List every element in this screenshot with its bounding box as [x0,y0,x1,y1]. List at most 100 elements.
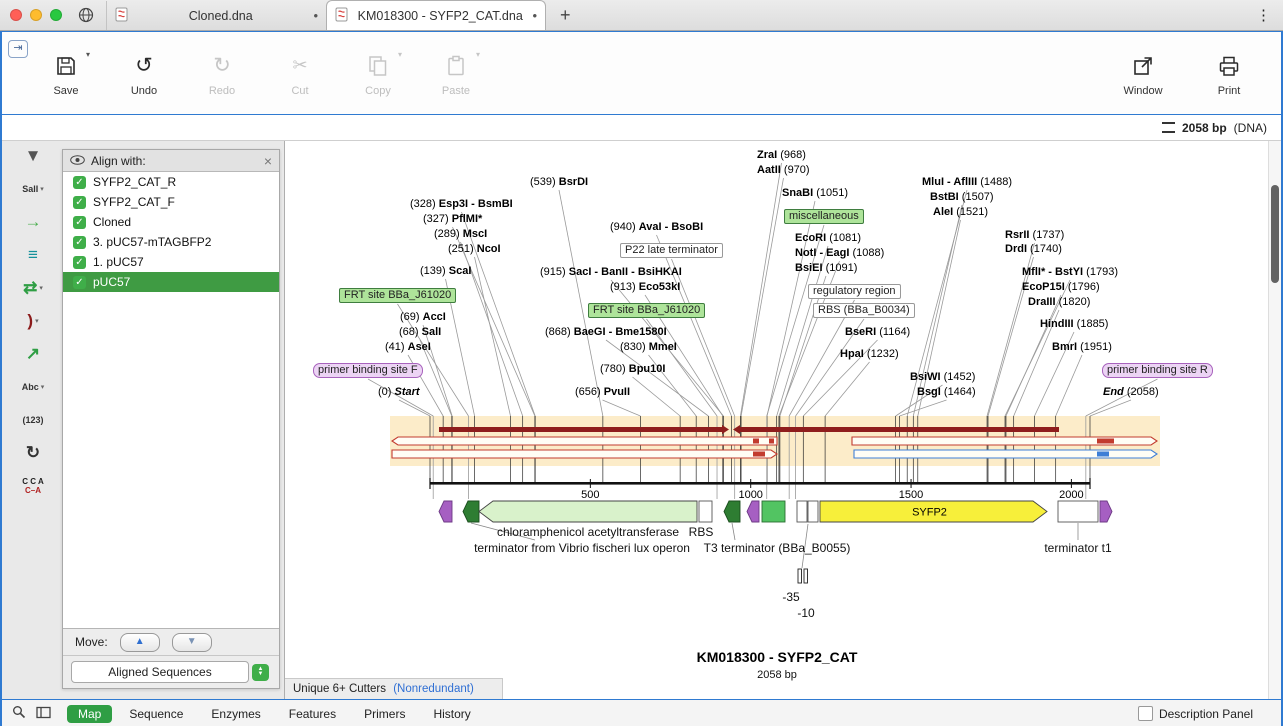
align-list-item[interactable]: ✓3. pUC57-mTAGBFP2 [63,232,279,252]
leader-line [900,400,947,416]
leader-line [1086,379,1158,416]
alignment-read[interactable] [392,437,777,445]
zoom-window-icon[interactable] [50,9,62,21]
toolbar-button-label: Copy [348,85,408,97]
overflow-menu-icon[interactable]: ⋮ [1256,6,1271,24]
leader-line [423,325,452,416]
aligned-sequences-row: Aligned Sequences ▲▼ [63,655,279,688]
align-list-item[interactable]: ✓SYFP2_CAT_R [63,172,279,192]
sidebar-toggle-button[interactable]: ⇥ [8,40,28,58]
terminator-vibrio[interactable] [463,501,479,522]
tab-features[interactable]: Features [278,705,347,723]
arc-tool-icon[interactable]: )▾ [27,310,38,332]
aligned-sequences-dropdown[interactable]: Aligned Sequences [71,661,249,683]
rbs[interactable] [699,501,712,522]
cat-gene[interactable] [479,501,697,522]
tab-primers[interactable]: Primers [353,705,416,723]
new-tab-button[interactable]: + [546,5,585,26]
print-button[interactable]: Print [1199,50,1259,97]
tab-label: KM018300 - SYFP2_CAT.dna [354,9,526,23]
dropdown-stepper-button[interactable]: ▲▼ [252,664,269,681]
collapse-arrow-icon[interactable]: ▼ [25,145,42,167]
align-tool-icon[interactable]: ≡ [28,244,38,266]
undo-button[interactable]: ↺Undo [114,50,174,97]
ruler-tick-label: 500 [581,489,599,501]
globe-icon[interactable] [78,7,94,23]
view-tabs: Map Sequence Enzymes Features Primers History [67,705,482,723]
white-box-2[interactable] [808,501,818,522]
eye-icon[interactable] [70,154,85,168]
leader-line [779,261,840,416]
toolbar-right-group: Window Print [1113,50,1259,97]
redo-button[interactable]: ↻Redo [192,50,252,97]
purple-mid-feature[interactable] [747,501,759,522]
checkbox[interactable]: ✓ [73,176,86,189]
green-box-feature[interactable] [762,501,785,522]
document-tab[interactable]: KM018300 - SYFP2_CAT.dna • [326,0,546,30]
description-panel-label[interactable]: Description Panel [1159,707,1253,721]
align-list-item[interactable]: ✓pUC57 [63,272,279,292]
checkbox[interactable]: ✓ [73,256,86,269]
tab-enzymes[interactable]: Enzymes [200,705,271,723]
leader-line [368,379,433,416]
save-button[interactable]: ▾Save [36,50,96,97]
tab-sequence[interactable]: Sequence [118,705,194,723]
white-box-1[interactable] [797,501,807,522]
checkbox[interactable]: ✓ [73,236,86,249]
translate-arrow-tool-icon[interactable]: → [25,211,42,233]
checkbox[interactable]: ✓ [73,196,86,209]
vertical-scrollbar[interactable] [1268,141,1281,699]
draw-arrow-tool-icon[interactable]: ↗ [26,343,40,365]
align-list-item[interactable]: ✓SYFP2_CAT_F [63,192,279,212]
map-title: KM018300 - SYFP2_CAT [697,649,858,665]
move-up-button[interactable]: ▲ [120,633,160,652]
text-tool-icon[interactable]: Abc▾ [22,376,45,398]
document-tab[interactable]: Cloned.dna• [106,1,326,30]
tab-label: Cloned.dna [134,9,307,23]
mismatch-mark [769,439,774,444]
copy-button[interactable]: ▾Copy [348,50,408,97]
window-button[interactable]: Window [1113,50,1173,97]
bottom-bar-icons [12,705,51,722]
nonredundant-link[interactable]: (Nonredundant) [393,683,474,695]
alignment-read[interactable] [392,450,777,458]
paste-button[interactable]: ▾Paste [426,50,486,97]
description-panel-checkbox[interactable] [1138,706,1153,721]
tab-map[interactable]: Map [67,705,112,723]
scrollbar-thumb[interactable] [1271,185,1279,283]
cut-button[interactable]: ✂Cut [270,50,330,97]
close-window-icon[interactable] [10,9,22,21]
terminator-t1[interactable] [1058,501,1098,522]
modified-dot: • [532,8,537,23]
length-icon [1162,122,1175,133]
checkbox[interactable]: ✓ [73,216,86,229]
tab-history[interactable]: History [422,705,481,723]
enzyme-tool-icon[interactable]: SalI▾ [22,178,44,200]
alignment-read[interactable] [740,427,1059,432]
chevron-down-icon: ▾ [86,50,90,59]
close-icon[interactable]: × [264,154,272,168]
alignment-read[interactable] [439,427,722,432]
primer-binding-site-r[interactable] [1100,501,1112,522]
map-graphics-layer: 500100015002000SYFP2 [285,141,1271,699]
align-list-item[interactable]: ✓Cloned [63,212,279,232]
leader-line [988,257,1033,416]
t3-terminator[interactable] [724,501,740,522]
connector-line [471,523,535,540]
traffic-lights [10,9,62,21]
rotate-tool-icon[interactable]: ↻ [26,442,40,464]
primer-binding-site-f[interactable] [439,501,452,522]
leader-line [777,246,828,416]
move-down-button[interactable]: ▼ [172,633,212,652]
alignment-read[interactable] [854,450,1157,458]
align-item-label: 1. pUC57 [93,255,144,269]
numbering-tool-icon[interactable]: (123) [22,409,43,431]
connector-line [732,523,735,540]
search-icon[interactable] [12,705,26,722]
panel-layout-icon[interactable] [36,706,51,722]
align-list-item[interactable]: ✓ 1. pUC57 [63,252,279,272]
primer-pair-tool-icon[interactable]: ⇄▾ [23,277,43,299]
minimize-window-icon[interactable] [30,9,42,21]
checkbox[interactable]: ✓ [73,276,86,289]
trna-tool-icon[interactable]: C C AC–A [22,475,43,497]
